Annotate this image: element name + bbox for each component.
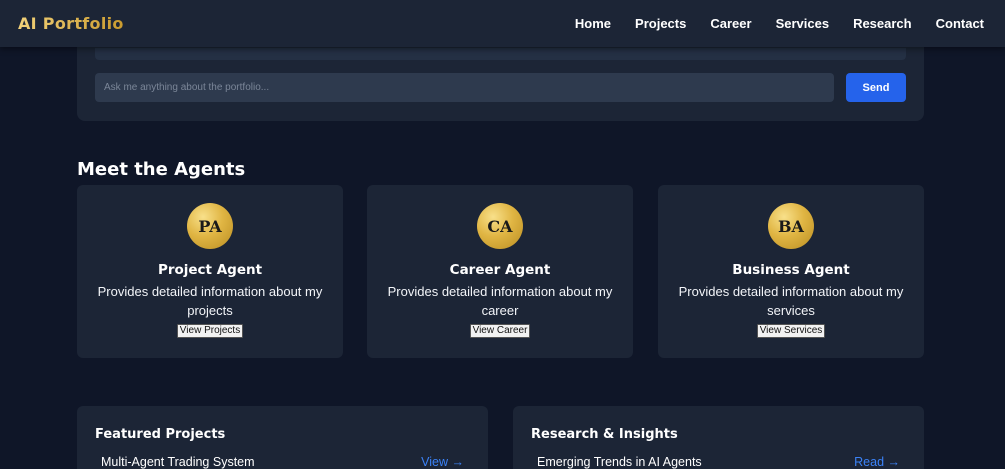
research-insights-title: Research & Insights xyxy=(531,427,678,442)
chat-messages-area xyxy=(95,48,906,60)
nav-contact-link[interactable]: Contact xyxy=(936,16,984,31)
agent-name: Career Agent xyxy=(449,262,551,278)
top-navbar: AI Portfolio Home Projects Career Servic… xyxy=(0,0,1005,47)
chat-input[interactable] xyxy=(95,73,834,102)
agent-card-project: PA Project Agent Provides detailed infor… xyxy=(77,185,343,358)
nav-home-link[interactable]: Home xyxy=(575,16,611,31)
project-list-item: Multi-Agent Trading System xyxy=(101,455,255,469)
career-agent-avatar: CA xyxy=(477,203,523,249)
nav-projects-link[interactable]: Projects xyxy=(635,16,686,31)
agent-card-business: BA Business Agent Provides detailed info… xyxy=(658,185,924,358)
agent-description: Provides detailed information about my p… xyxy=(97,284,323,318)
nav-research-link[interactable]: Research xyxy=(853,16,912,31)
research-insights-card: Research & Insights Emerging Trends in A… xyxy=(513,406,924,469)
agent-name: Business Agent xyxy=(732,262,850,278)
nav-services-link[interactable]: Services xyxy=(776,16,830,31)
main-nav: Home Projects Career Services Research C… xyxy=(575,16,984,31)
agent-card-career: CA Career Agent Provides detailed inform… xyxy=(367,185,633,358)
agent-description: Provides detailed information about my s… xyxy=(678,284,904,318)
site-logo[interactable]: AI Portfolio xyxy=(18,14,124,33)
nav-career-link[interactable]: Career xyxy=(710,16,751,31)
featured-projects-card: Featured Projects Multi-Agent Trading Sy… xyxy=(77,406,488,469)
agent-description: Provides detailed information about my c… xyxy=(387,284,613,318)
agents-section-title: Meet the Agents xyxy=(77,159,246,180)
send-button[interactable]: Send xyxy=(846,73,906,102)
project-agent-avatar: PA xyxy=(187,203,233,249)
research-list-item: Emerging Trends in AI Agents xyxy=(537,455,702,469)
view-services-button[interactable]: View Services xyxy=(756,324,826,338)
read-research-link[interactable]: Read → xyxy=(854,455,900,469)
view-projects-button[interactable]: View Projects xyxy=(176,324,244,338)
featured-projects-title: Featured Projects xyxy=(95,427,226,442)
business-agent-avatar: BA xyxy=(768,203,814,249)
view-career-button[interactable]: View Career xyxy=(469,324,531,338)
agent-name: Project Agent xyxy=(157,262,263,278)
view-project-link[interactable]: View → xyxy=(421,455,464,469)
